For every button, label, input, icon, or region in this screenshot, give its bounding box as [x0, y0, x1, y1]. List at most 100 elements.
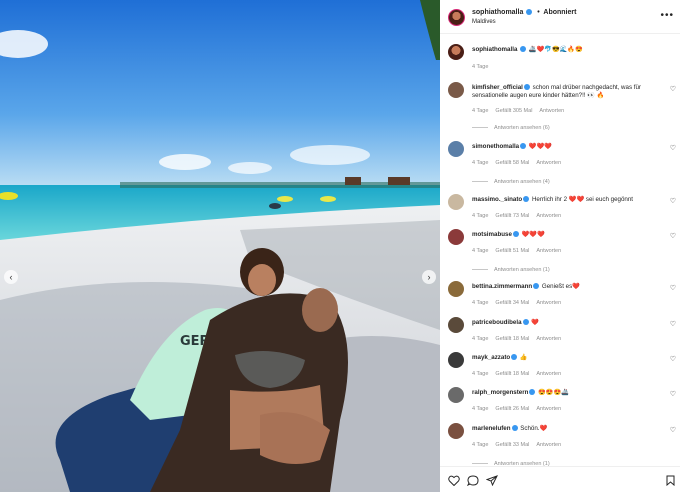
- caption-age-text: 4 Tage: [472, 64, 489, 70]
- comment-likes[interactable]: Gefällt 34 Mal: [495, 300, 529, 306]
- comment-likes[interactable]: Gefällt 18 Mal: [495, 371, 529, 377]
- commenter-username[interactable]: simonethomalla: [472, 143, 519, 150]
- like-comment-heart-icon[interactable]: ♡: [670, 355, 676, 363]
- replies-divider: [472, 463, 488, 465]
- reply-button[interactable]: Antworten: [536, 160, 561, 166]
- post-location[interactable]: Maldives: [472, 19, 496, 25]
- post-photo[interactable]: GERM ‹ ›: [0, 0, 440, 492]
- like-comment-heart-icon[interactable]: ♡: [670, 284, 676, 292]
- verified-icon: [511, 425, 518, 432]
- reply-button[interactable]: Antworten: [536, 442, 561, 448]
- comment-body: ❤️❤️❤️: [528, 143, 552, 150]
- comment-body: Herrlich ihr 2 ❤️❤️ sei euch gegönnt: [531, 196, 634, 203]
- commenter-avatar[interactable]: [448, 281, 464, 297]
- comment-likes[interactable]: Gefällt 51 Mal: [495, 248, 529, 254]
- like-comment-heart-icon[interactable]: ♡: [670, 390, 676, 398]
- comment-text: kimfisher_official schon mal drüber nach…: [472, 84, 662, 100]
- verified-icon: [523, 84, 530, 91]
- next-photo-button[interactable]: ›: [422, 270, 436, 284]
- like-comment-heart-icon[interactable]: ♡: [670, 197, 676, 205]
- commenter-avatar[interactable]: [448, 194, 464, 210]
- reply-button[interactable]: Antworten: [536, 371, 561, 377]
- commenter-username[interactable]: kimfisher_official: [472, 84, 523, 91]
- reply-button[interactable]: Antworten: [536, 300, 561, 306]
- comment-icon[interactable]: [467, 475, 479, 486]
- view-replies-button[interactable]: Antworten ansehen (6): [472, 125, 550, 131]
- separator-dot: •: [537, 9, 540, 16]
- post-header: sophiathomalla • Abonniert Maldives •••: [440, 0, 680, 34]
- view-replies-label[interactable]: Antworten ansehen (1): [494, 267, 550, 273]
- comment-body: 👍: [519, 354, 528, 361]
- reply-button[interactable]: Antworten: [539, 108, 564, 114]
- commenter-avatar[interactable]: [448, 317, 464, 333]
- previous-photo-button[interactable]: ‹: [4, 270, 18, 284]
- commenter-avatar[interactable]: [448, 229, 464, 245]
- commenter-avatar[interactable]: [448, 141, 464, 157]
- author-line: sophiathomalla • Abonniert: [472, 9, 576, 16]
- verified-icon: [520, 46, 527, 53]
- view-replies-button[interactable]: Antworten ansehen (1): [472, 267, 550, 273]
- follow-button[interactable]: Abonniert: [543, 9, 576, 16]
- caption-text: sophiathomalla 🚢❤️🐬😎🌊🔥😍: [472, 46, 662, 54]
- comments-panel: sophiathomalla • Abonniert Maldives ••• …: [440, 0, 680, 492]
- comment-text: massimo._sinato Herrlich ihr 2 ❤️❤️ sei …: [472, 196, 662, 204]
- bookmark-icon[interactable]: [666, 475, 675, 486]
- reply-button[interactable]: Antworten: [536, 336, 561, 342]
- view-replies-label[interactable]: Antworten ansehen (6): [494, 125, 550, 131]
- comment-text: simonethomalla ❤️❤️❤️: [472, 143, 662, 151]
- caption-emojis: 🚢❤️🐬😎🌊🔥😍: [528, 46, 583, 53]
- verified-icon: [512, 231, 519, 238]
- like-comment-heart-icon[interactable]: ♡: [670, 144, 676, 152]
- view-replies-label[interactable]: Antworten ansehen (4): [494, 179, 550, 185]
- verified-icon: [520, 143, 527, 150]
- comment-meta: 4 Tage Gefällt 51 Mal Antworten: [472, 248, 568, 254]
- comment-text: marlenelufen Schön.❤️: [472, 425, 662, 433]
- like-comment-heart-icon[interactable]: ♡: [670, 232, 676, 240]
- replies-divider: [472, 269, 488, 271]
- comment-likes[interactable]: Gefällt 305 Mal: [495, 108, 532, 114]
- comment-likes[interactable]: Gefällt 33 Mal: [495, 442, 529, 448]
- more-options-icon[interactable]: •••: [660, 10, 674, 21]
- commenter-avatar[interactable]: [448, 352, 464, 368]
- comment-likes[interactable]: Gefällt 26 Mal: [495, 406, 529, 412]
- comment-body: ❤️: [531, 319, 539, 326]
- comment-age: 4 Tage: [472, 108, 489, 114]
- verified-icon: [523, 196, 530, 203]
- caption-username[interactable]: sophiathomalla: [472, 46, 517, 53]
- comment-likes[interactable]: Gefällt 73 Mal: [495, 213, 529, 219]
- commenter-avatar[interactable]: [448, 82, 464, 98]
- commenter-avatar[interactable]: [448, 387, 464, 403]
- like-comment-heart-icon[interactable]: ♡: [670, 320, 676, 328]
- comment-text: bettina.zimmermann Genießt es❤️: [472, 283, 662, 291]
- heart-icon[interactable]: [448, 475, 460, 486]
- commenter-username[interactable]: patriceboudibela: [472, 319, 522, 326]
- commenter-username[interactable]: mayk_azzato: [472, 354, 510, 361]
- share-icon[interactable]: [486, 475, 498, 486]
- comment-meta: 4 Tage Gefällt 58 Mal Antworten: [472, 160, 568, 166]
- reply-button[interactable]: Antworten: [536, 213, 561, 219]
- like-comment-heart-icon[interactable]: ♡: [670, 426, 676, 434]
- commenter-username[interactable]: marlenelufen: [472, 425, 511, 432]
- caption-avatar[interactable]: [448, 44, 464, 60]
- comment-likes[interactable]: Gefällt 58 Mal: [495, 160, 529, 166]
- commenter-username[interactable]: massimo._sinato: [472, 196, 522, 203]
- commenter-username[interactable]: bettina.zimmermann: [472, 283, 532, 290]
- like-comment-heart-icon[interactable]: ♡: [670, 85, 676, 93]
- commenter-avatar[interactable]: [448, 423, 464, 439]
- commenter-username[interactable]: ralph_morgenstern: [472, 389, 528, 396]
- view-replies-button[interactable]: Antworten ansehen (4): [472, 179, 550, 185]
- comment-text: ralph_morgenstern 😍😍😍🚢: [472, 389, 662, 397]
- comment-age: 4 Tage: [472, 160, 489, 166]
- commenter-username[interactable]: motsimabuse: [472, 231, 512, 238]
- reply-button[interactable]: Antworten: [536, 248, 561, 254]
- reply-button[interactable]: Antworten: [536, 406, 561, 412]
- comment-likes[interactable]: Gefällt 18 Mal: [495, 336, 529, 342]
- comment-age: 4 Tage: [472, 336, 489, 342]
- author-avatar[interactable]: [448, 9, 465, 26]
- comment-text: patriceboudibela ❤️: [472, 319, 662, 327]
- comment-meta: 4 Tage Gefällt 34 Mal Antworten: [472, 300, 568, 306]
- comment-text: motsimabuse ❤️❤️❤️: [472, 231, 662, 239]
- comment-age: 4 Tage: [472, 300, 489, 306]
- author-username[interactable]: sophiathomalla: [472, 9, 523, 16]
- replies-divider: [472, 127, 488, 129]
